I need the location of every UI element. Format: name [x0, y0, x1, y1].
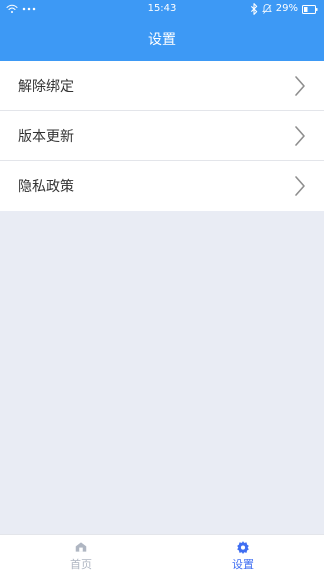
tab-settings-label: 设置	[232, 557, 254, 571]
mute-bell-icon	[261, 4, 272, 14]
page-title: 设置	[148, 32, 176, 48]
settings-item-privacy-policy[interactable]: 隐私政策	[0, 161, 324, 211]
battery-icon	[302, 4, 318, 14]
tab-settings[interactable]: 设置	[162, 535, 324, 576]
settings-item-unbind[interactable]: 解除绑定	[0, 61, 324, 111]
gear-icon	[237, 540, 249, 554]
settings-screen: 15:43 29% 设置 解除绑定 版本更新 隐私政策 首页 设置	[0, 0, 324, 576]
chevron-right-icon	[295, 75, 305, 96]
battery-percent: 29%	[275, 3, 298, 14]
settings-item-label: 版本更新	[18, 128, 74, 145]
status-right: 29%	[250, 0, 318, 18]
settings-list: 解除绑定 版本更新 隐私政策	[0, 61, 324, 211]
home-icon	[75, 541, 87, 552]
tab-home[interactable]: 首页	[0, 535, 162, 576]
bluetooth-icon	[250, 3, 257, 15]
chevron-right-icon	[295, 176, 305, 196]
chevron-right-icon	[295, 125, 305, 146]
settings-item-version-update[interactable]: 版本更新	[0, 111, 324, 161]
app-header: 15:43 29% 设置	[0, 0, 324, 61]
status-bar: 15:43 29%	[0, 0, 324, 18]
settings-item-label: 解除绑定	[18, 78, 74, 95]
settings-item-label: 隐私政策	[18, 179, 74, 195]
tab-home-label: 首页	[70, 557, 92, 571]
bottom-tab-bar: 首页 设置	[0, 534, 324, 576]
